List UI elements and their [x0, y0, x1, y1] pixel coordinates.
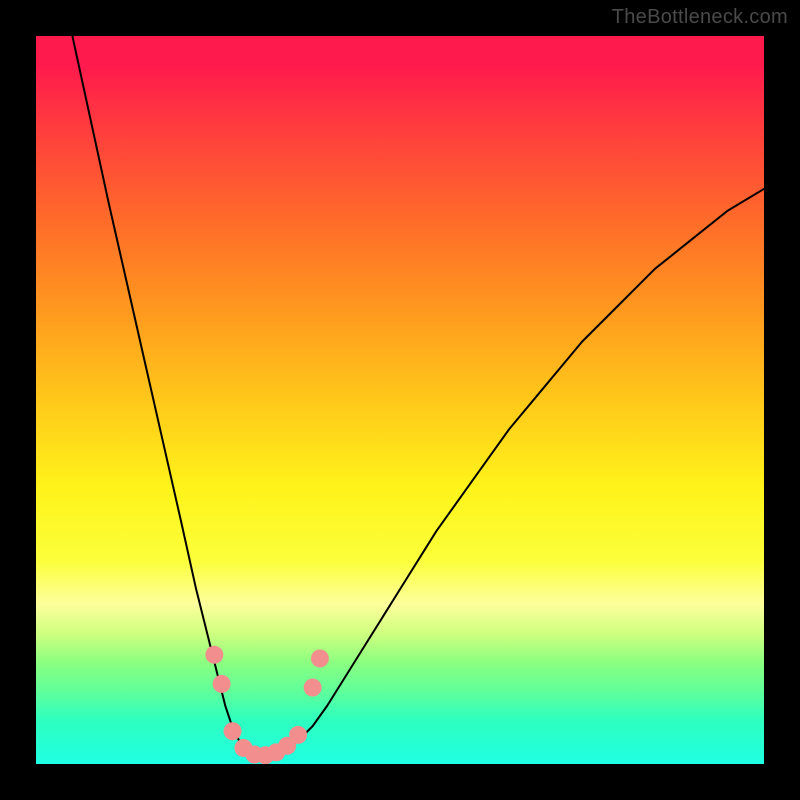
watermark-text: TheBottleneck.com: [612, 6, 788, 29]
marker-point: [289, 726, 307, 744]
chart-svg: [36, 36, 764, 764]
marker-point: [213, 675, 231, 693]
marker-point: [205, 646, 223, 664]
curve-line: [72, 36, 764, 757]
marker-point: [304, 679, 322, 697]
plot-area: [36, 36, 764, 764]
marker-point: [311, 649, 329, 667]
marker-point: [224, 722, 242, 740]
chart-stage: TheBottleneck.com: [0, 0, 800, 800]
